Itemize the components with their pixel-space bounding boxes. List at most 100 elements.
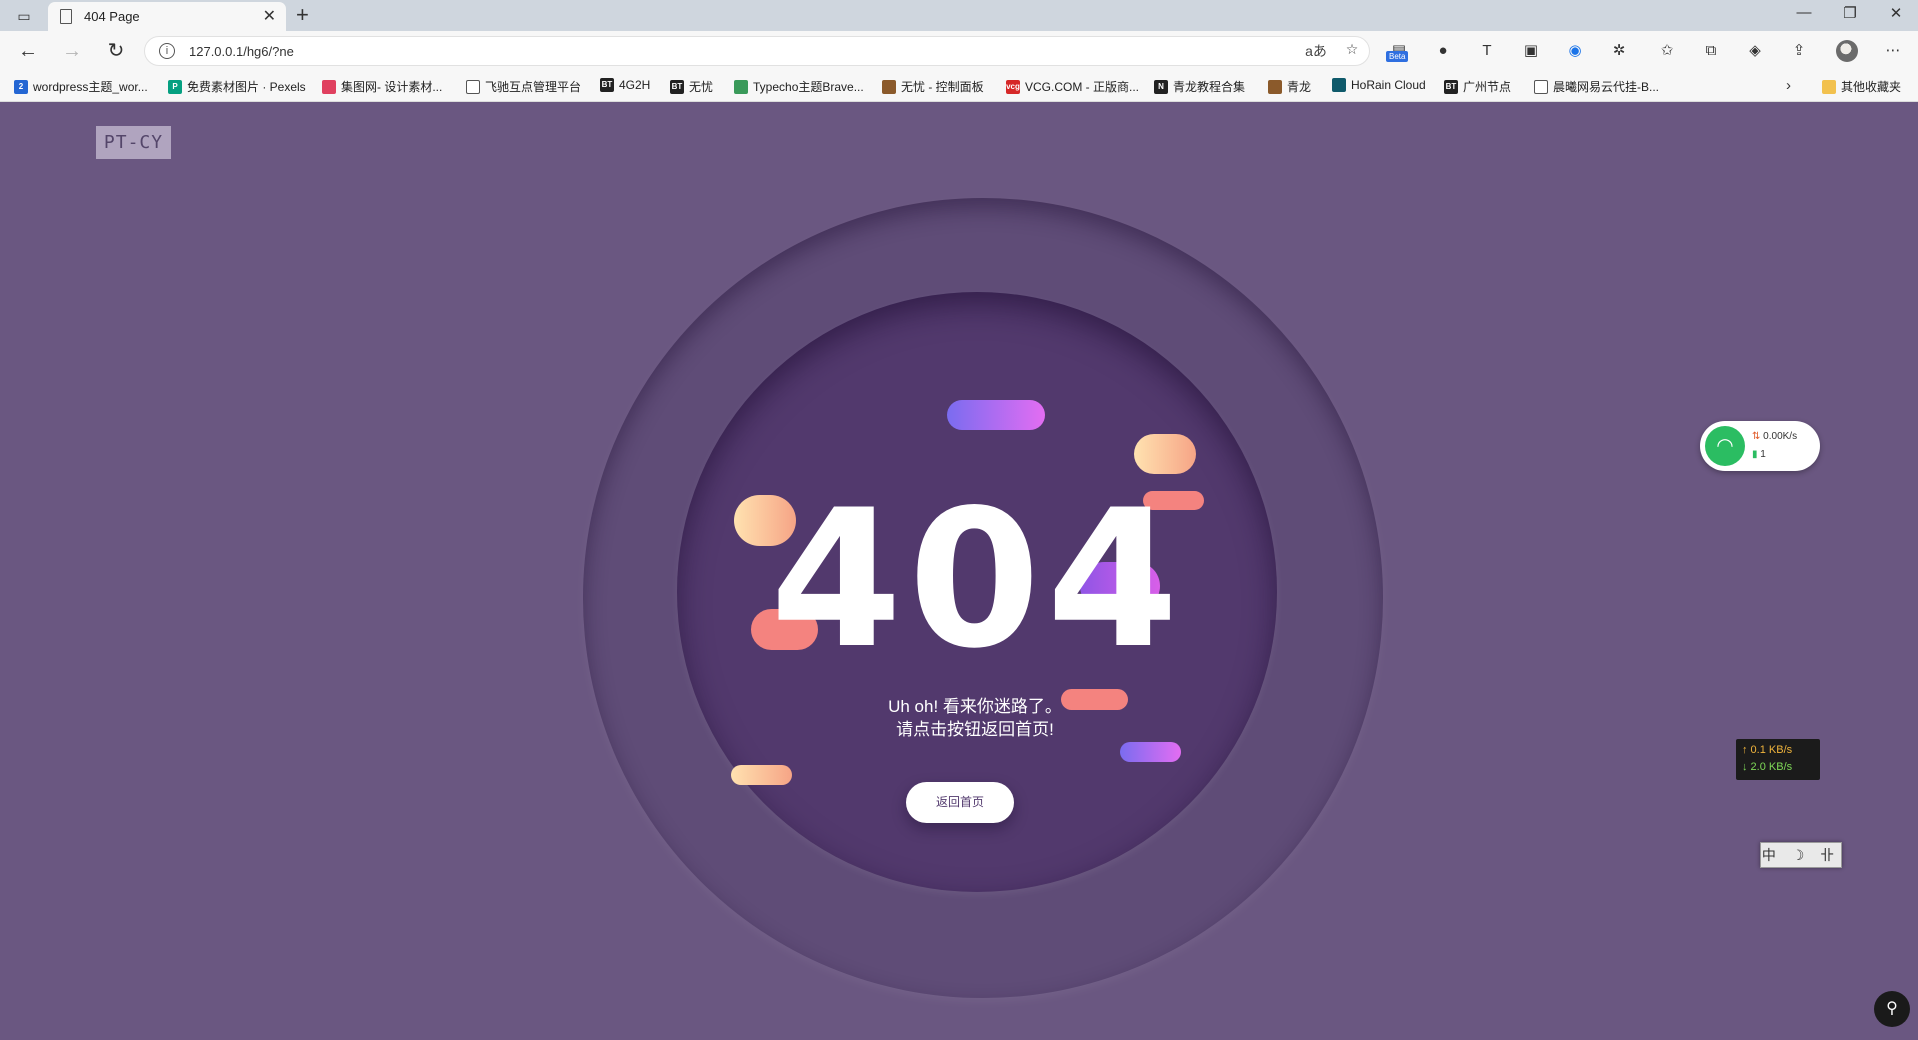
address-bar[interactable]: i 127.0.0.1/hg6/?ne aあ ☆: [144, 36, 1370, 66]
bookmark-item[interactable]: 无忧 - 控制面板: [882, 78, 984, 95]
bookmark-label: HoRain Cloud: [1351, 78, 1426, 92]
bookmark-icon: [322, 79, 336, 94]
navigation-bar: ← → ↻ i 127.0.0.1/hg6/?ne aあ ☆ ▤ Beta ● …: [0, 31, 1918, 71]
bookmark-item[interactable]: Typecho主题Brave...: [734, 78, 864, 95]
more-menu-icon[interactable]: ⋯: [1882, 40, 1904, 62]
net-speed-row: ⇅ 0.00K/s: [1752, 431, 1797, 442]
bookmarks-overflow-icon[interactable]: ›: [1786, 77, 1791, 94]
message-line: Uh oh! 看来你迷路了。: [888, 697, 1062, 716]
url-text[interactable]: 127.0.0.1/hg6/?ne: [189, 44, 294, 59]
other-favorites-folder[interactable]: 其他收藏夹: [1822, 78, 1901, 95]
bookmark-icon: 2: [14, 79, 28, 94]
bookmark-item[interactable]: HoRain Cloud: [1332, 78, 1426, 92]
decor-pill: [731, 765, 792, 785]
back-button[interactable]: ←: [14, 38, 42, 64]
close-window-icon[interactable]: ✕: [1884, 4, 1908, 22]
bookmark-label: 无忧 - 控制面板: [901, 80, 984, 94]
bookmark-label: VCG.COM - 正版商...: [1025, 80, 1140, 94]
close-tab-icon[interactable]: ✕: [263, 6, 276, 26]
tab-actions-icon[interactable]: ▭: [12, 6, 36, 26]
bookmark-icon: [466, 79, 480, 94]
error-message: Uh oh! 看来你迷路了。 请点击按钮返回首页!: [760, 695, 1190, 741]
error-code: 404: [770, 469, 1185, 690]
bookmark-label: 集图网- 设计素材...: [341, 80, 443, 94]
bookmark-label: 免费素材图片 · Pexels: [187, 80, 306, 94]
speed-icon: ⇅: [1752, 431, 1761, 442]
bookmark-item[interactable]: BT 4G2H: [600, 78, 650, 92]
bookmark-label: 青龙教程合集: [1173, 80, 1246, 94]
net-speed: 0.00K/s: [1763, 431, 1798, 442]
performance-icon[interactable]: ◈: [1744, 40, 1766, 62]
bookmark-item[interactable]: N 青龙教程合集: [1154, 78, 1245, 95]
floating-action-icon[interactable]: ⚲: [1874, 991, 1910, 1027]
bookmark-item[interactable]: 2 wordpress主题_wor...: [14, 78, 148, 95]
decor-pill: [947, 400, 1045, 430]
bookmark-label: 飞驰互点管理平台: [485, 80, 582, 94]
net-devices: 1: [1760, 449, 1766, 460]
bookmark-label: wordpress主题_wor...: [33, 80, 148, 94]
network-widget[interactable]: ◠ ⇅ 0.00K/s ▮ 1: [1700, 421, 1820, 471]
bookmark-item[interactable]: P 免费素材图片 · Pexels: [168, 78, 306, 95]
browser-extension-icon[interactable]: ◉: [1564, 40, 1586, 62]
github-icon[interactable]: ●: [1432, 40, 1454, 62]
add-favorite-icon[interactable]: ☆: [1341, 41, 1363, 58]
bookmark-label: Typecho主题Brave...: [753, 80, 864, 94]
page-icon: [60, 9, 72, 24]
bookmark-icon: [882, 79, 896, 94]
bookmark-icon: P: [168, 79, 182, 94]
share-icon[interactable]: ⇪: [1788, 40, 1810, 62]
tab-bar: ▭ 404 Page ✕ + — ❐ ✕: [0, 0, 1918, 31]
bookmark-label: 广州节点: [1463, 80, 1512, 94]
bookmark-label: 晨曦网易云代挂-B...: [1553, 80, 1660, 94]
bookmark-item[interactable]: 飞驰互点管理平台: [466, 78, 581, 95]
profile-avatar[interactable]: [1836, 40, 1858, 62]
bookmark-item[interactable]: BT 广州节点: [1444, 78, 1511, 95]
bookmark-icon: vcg: [1006, 79, 1020, 94]
folder-icon: [1822, 79, 1836, 94]
beta-badge: Beta: [1386, 51, 1409, 62]
bookmark-icon: BT: [1444, 79, 1458, 94]
net-device-row: ▮ 1: [1752, 449, 1766, 460]
bookmark-icon: BT: [600, 78, 614, 92]
ime-toolbar[interactable]: 中 ☽ 卝: [1760, 842, 1842, 868]
bookmark-icon: N: [1154, 79, 1168, 94]
message-line: 请点击按钮返回首页!: [896, 720, 1054, 739]
forward-button[interactable]: →: [58, 38, 86, 64]
favorites-icon[interactable]: ✩: [1656, 40, 1678, 62]
minimize-icon[interactable]: —: [1792, 4, 1816, 21]
bookmark-item[interactable]: 集图网- 设计素材...: [322, 78, 442, 95]
bookmark-item[interactable]: vcg VCG.COM - 正版商...: [1006, 78, 1139, 95]
collections-icon[interactable]: ⧉: [1700, 40, 1722, 62]
bookmark-item[interactable]: 晨曦网易云代挂-B...: [1534, 78, 1659, 95]
device-icon: ▮: [1752, 449, 1758, 460]
site-info-icon[interactable]: i: [159, 43, 175, 59]
restore-icon[interactable]: ❐: [1838, 4, 1862, 22]
decor-pill: [1134, 434, 1196, 474]
translate-icon[interactable]: T: [1476, 40, 1498, 62]
tab-title: 404 Page: [84, 9, 140, 24]
site-logo[interactable]: PT-CY: [96, 126, 171, 159]
bookmark-item[interactable]: 青龙: [1268, 78, 1311, 95]
home-button[interactable]: 返回首页: [906, 782, 1014, 823]
bookmark-icon: [1268, 79, 1282, 94]
extensions-icon[interactable]: ✲: [1608, 40, 1630, 62]
bookmark-icon: BT: [670, 79, 684, 94]
download-speed: ↓ 2.0 KB/s: [1742, 761, 1793, 773]
upload-speed: ↑ 0.1 KB/s: [1742, 744, 1793, 756]
speed-monitor: ↑ 0.1 KB/s ↓ 2.0 KB/s: [1736, 739, 1820, 780]
bookmark-item[interactable]: BT 无忧: [670, 78, 713, 95]
extension-icon[interactable]: ▣: [1520, 40, 1542, 62]
bookmark-icon: [734, 79, 748, 94]
bookmark-label: 青龙: [1287, 80, 1312, 94]
bookmark-label: 4G2H: [619, 78, 651, 92]
new-tab-button[interactable]: +: [296, 2, 309, 28]
bookmark-label: 无忧: [689, 80, 714, 94]
read-aloud-icon[interactable]: aあ: [1305, 41, 1327, 61]
wifi-icon: ◠: [1705, 426, 1745, 466]
bookmark-icon: [1534, 79, 1548, 94]
refresh-button[interactable]: ↻: [102, 38, 130, 64]
bookmarks-bar: 2 wordpress主题_wor... P 免费素材图片 · Pexels 集图网- …: [0, 71, 1918, 102]
tab-active[interactable]: 404 Page ✕: [48, 2, 286, 31]
folder-label: 其他收藏夹: [1841, 80, 1902, 94]
page-content: PT-CY 404 Uh oh! 看来你迷路了。 请点击按钮返回首页! 返回首页…: [0, 102, 1918, 1040]
